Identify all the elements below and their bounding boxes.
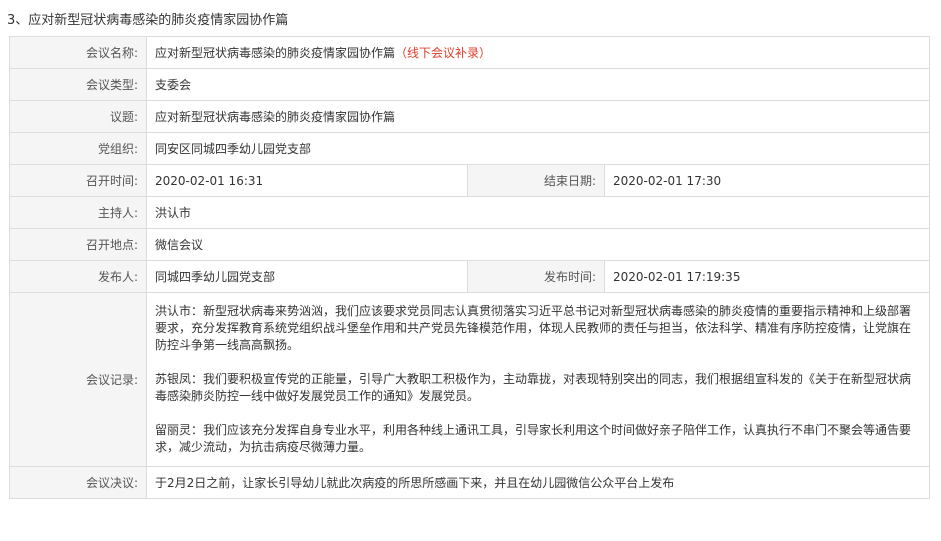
label-meeting-name: 会议名称: [9, 36, 147, 69]
row-publisher: 发布人: 同城四季幼儿园党支部 发布时间: 2020-02-01 17:19:3… [9, 260, 931, 293]
value-host: 洪认市 [145, 196, 931, 229]
section-heading: 3、应对新型冠状病毒感染的肺炎疫情家园协作篇 [7, 13, 289, 28]
value-publish-time: 2020-02-01 17:19:35 [603, 260, 931, 293]
value-end-date: 2020-02-01 17:30 [603, 164, 931, 197]
record-paragraph: 留丽灵：我们应该充分发挥自身专业水平，利用各种线上通讯工具，引导家长利用这个时间… [155, 423, 912, 454]
value-meeting-record: 洪认市：新型冠状病毒来势汹汹，我们应该要求党员同志认真贯彻落实习近平总书记对新型… [145, 292, 931, 467]
label-place: 召开地点: [9, 228, 147, 261]
label-publisher: 发布人: [9, 260, 147, 293]
value-publisher: 同城四季幼儿园党支部 [146, 260, 468, 293]
row-time: 召开时间: 2020-02-01 16:31 结束日期: 2020-02-01 … [9, 164, 931, 197]
value-topic: 应对新型冠状病毒感染的肺炎疫情家园协作篇 [145, 100, 931, 133]
label-topic: 议题: [9, 100, 147, 133]
value-meeting-type: 支委会 [145, 68, 931, 101]
meeting-name-text: 应对新型冠状病毒感染的肺炎疫情家园协作篇 [155, 46, 396, 60]
value-place: 微信会议 [145, 228, 931, 261]
row-place: 召开地点: 微信会议 [9, 228, 931, 261]
label-meeting-record: 会议记录: [9, 292, 147, 467]
value-start-time: 2020-02-01 16:31 [146, 164, 468, 197]
meeting-info-table: 会议名称: 应对新型冠状病毒感染的肺炎疫情家园协作篇（线下会议补录） 会议类型:… [9, 36, 931, 499]
label-host: 主持人: [9, 196, 147, 229]
label-end-date: 结束日期: [467, 164, 605, 197]
value-resolution: 于2月2日之前，让家长引导幼儿就此次病疫的所思所感画下来，并且在幼儿园微信公众平… [145, 466, 931, 499]
label-start-time: 召开时间: [9, 164, 147, 197]
row-resolution: 会议决议: 于2月2日之前，让家长引导幼儿就此次病疫的所思所感画下来，并且在幼儿… [9, 466, 931, 499]
value-party-org: 同安区同城四季幼儿园党支部 [145, 132, 931, 165]
label-resolution: 会议决议: [9, 466, 147, 499]
label-publish-time: 发布时间: [467, 260, 605, 293]
row-meeting-type: 会议类型: 支委会 [9, 68, 931, 101]
record-paragraph: 苏银凤：我们要积极宣传党的正能量，引导广大教职工积极作为，主动靠拢，对表现特别突… [155, 372, 912, 403]
label-party-org: 党组织: [9, 132, 147, 165]
row-meeting-record: 会议记录: 洪认市：新型冠状病毒来势汹汹，我们应该要求党员同志认真贯彻落实习近平… [9, 292, 931, 467]
row-party-org: 党组织: 同安区同城四季幼儿园党支部 [9, 132, 931, 165]
row-meeting-name: 会议名称: 应对新型冠状病毒感染的肺炎疫情家园协作篇（线下会议补录） [9, 36, 931, 69]
record-paragraph: 洪认市：新型冠状病毒来势汹汹，我们应该要求党员同志认真贯彻落实习近平总书记对新型… [155, 304, 912, 352]
row-host: 主持人: 洪认市 [9, 196, 931, 229]
label-meeting-type: 会议类型: [9, 68, 147, 101]
offline-note: （线下会议补录） [395, 46, 492, 60]
row-topic: 议题: 应对新型冠状病毒感染的肺炎疫情家园协作篇 [9, 100, 931, 133]
value-meeting-name: 应对新型冠状病毒感染的肺炎疫情家园协作篇（线下会议补录） [145, 36, 931, 69]
